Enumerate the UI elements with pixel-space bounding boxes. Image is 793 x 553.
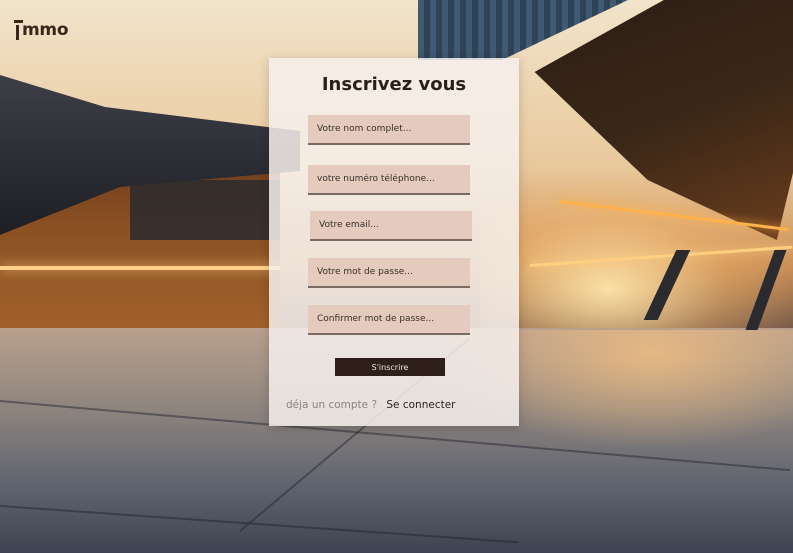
logo-text: mmo: [22, 20, 69, 40]
login-prompt: déja un compte ? Se connecter: [286, 399, 506, 411]
password-input[interactable]: [308, 258, 470, 288]
logo-i-icon: [14, 20, 23, 40]
email-input[interactable]: [310, 211, 472, 241]
have-account-text: déja un compte ?: [286, 399, 378, 411]
signup-card: Inscrivez vous S'inscrire déja un compte…: [269, 58, 519, 426]
background-light: [0, 266, 280, 270]
login-link[interactable]: Se connecter: [386, 399, 455, 411]
page-title: Inscrivez vous: [321, 74, 467, 95]
phone-input[interactable]: [308, 165, 470, 195]
background-glass: [130, 180, 280, 240]
signup-button[interactable]: S'inscrire: [335, 358, 445, 376]
brand-logo[interactable]: mmo: [14, 18, 69, 40]
confirm-password-input[interactable]: [308, 305, 470, 335]
full-name-input[interactable]: [308, 115, 470, 145]
